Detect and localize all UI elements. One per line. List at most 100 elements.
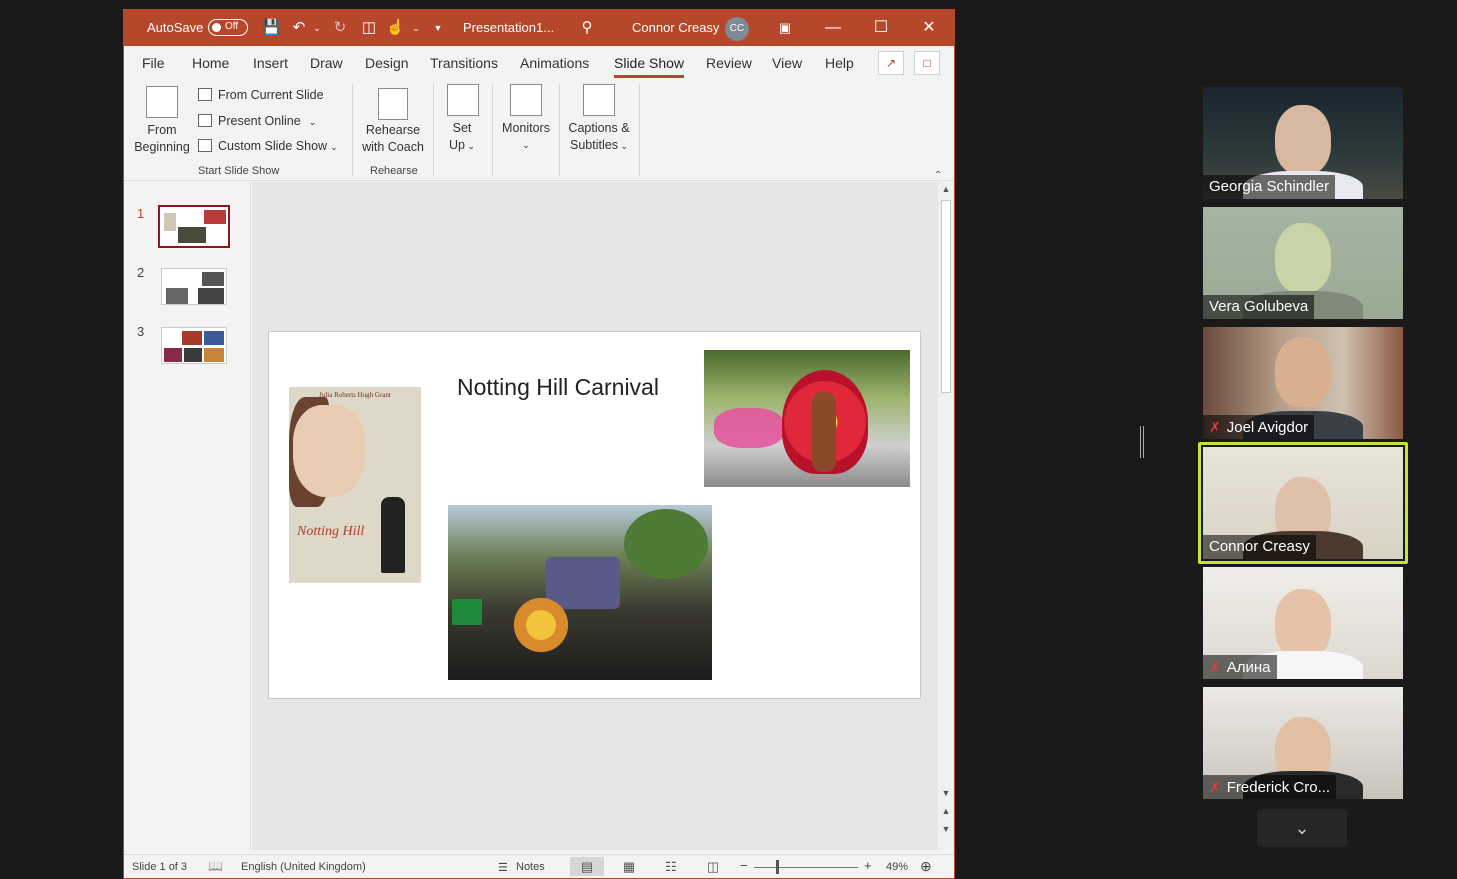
- save-icon[interactable]: 💾: [262, 19, 281, 37]
- participant-tile[interactable]: ✗ Frederick Cro...: [1203, 687, 1403, 799]
- customize-qat-icon[interactable]: ▼: [429, 19, 447, 37]
- document-title[interactable]: Presentation1...: [463, 20, 554, 35]
- notes-icon[interactable]: ☰: [498, 861, 508, 874]
- tab-animations[interactable]: Animations: [520, 55, 589, 71]
- tab-view[interactable]: View: [772, 55, 802, 71]
- rehearse-line1: Rehearse: [365, 123, 421, 137]
- participant-tile[interactable]: ✗ Joel Avigdor: [1203, 327, 1403, 439]
- set-up-button[interactable]: Set Up ⌄: [442, 120, 482, 155]
- normal-view-icon[interactable]: ▤: [570, 857, 604, 876]
- carnival-crowd-image[interactable]: [448, 505, 712, 680]
- from-beginning-line2: Beginning: [134, 140, 190, 154]
- notting-hill-poster-image[interactable]: Julia Roberts Hugh Grant Notting Hill: [289, 387, 421, 583]
- mic-muted-icon: ✗: [1209, 659, 1221, 675]
- tab-file[interactable]: File: [142, 55, 165, 71]
- zoom-slider-thumb[interactable]: [776, 860, 779, 874]
- zoom-in-button[interactable]: +: [864, 858, 872, 873]
- active-speaker-highlight: [1198, 442, 1408, 564]
- group-separator: [433, 84, 434, 176]
- language-status[interactable]: English (United Kingdom): [241, 861, 366, 873]
- reading-view-icon[interactable]: ☷: [654, 857, 688, 876]
- slideshow-view-icon[interactable]: ◫: [696, 857, 730, 876]
- thumbnail-slide-2[interactable]: [161, 268, 227, 305]
- thumbnail-slide-1[interactable]: [158, 205, 230, 248]
- thumbnail-number: 1: [137, 206, 145, 221]
- monitors-button[interactable]: Monitors ⌄: [496, 120, 556, 154]
- participant-name-row: ✗ Frederick Cro...: [1203, 775, 1337, 799]
- from-beginning-line1: From: [147, 123, 177, 137]
- accessibility-icon[interactable]: 📖: [208, 859, 223, 873]
- chevron-down-icon[interactable]: ⌄: [308, 19, 326, 37]
- present-online-button[interactable]: Present Online ⌄: [198, 114, 316, 128]
- notes-button[interactable]: Notes: [516, 861, 545, 873]
- from-beginning-button[interactable]: From Beginning: [132, 122, 192, 156]
- tab-home[interactable]: Home: [192, 55, 229, 71]
- close-button[interactable]: ✕: [915, 16, 943, 40]
- next-slide-icon[interactable]: ▼: [940, 824, 952, 834]
- fit-to-window-icon[interactable]: ⊕: [920, 858, 932, 875]
- scrollbar-thumb[interactable]: [941, 200, 951, 393]
- tab-help[interactable]: Help: [825, 55, 854, 71]
- custom-slide-show-button[interactable]: Custom Slide Show ⌄: [198, 139, 338, 153]
- tab-insert[interactable]: Insert: [253, 55, 288, 71]
- thumbnail-number: 2: [137, 265, 145, 280]
- present-icon[interactable]: ◫: [360, 19, 378, 37]
- carnival-dancer-image[interactable]: [704, 350, 910, 487]
- autosave-toggle[interactable]: Off: [208, 19, 248, 36]
- slide-sorter-icon[interactable]: ▦: [612, 857, 646, 876]
- previous-slide-icon[interactable]: ▲: [940, 806, 952, 816]
- touch-mode-icon[interactable]: ☝: [386, 19, 405, 37]
- current-slide[interactable]: Notting Hill Carnival Julia Roberts Hugh…: [268, 331, 921, 699]
- group-separator: [639, 84, 640, 176]
- captions-subtitles-button[interactable]: Captions & Subtitles ⌄: [564, 120, 634, 155]
- user-name[interactable]: Connor Creasy: [632, 20, 719, 35]
- participant-name: Georgia Schindler: [1203, 175, 1336, 199]
- zoom-level[interactable]: 49%: [886, 861, 908, 873]
- slide-title[interactable]: Notting Hill Carnival: [457, 374, 659, 401]
- tab-slide-show[interactable]: Slide Show: [614, 55, 684, 71]
- from-current-slide-button[interactable]: From Current Slide: [198, 88, 324, 102]
- slide-icon: [198, 88, 212, 101]
- zoom-out-button[interactable]: −: [740, 858, 748, 873]
- slide-editor: Notting Hill Carnival Julia Roberts Hugh…: [252, 182, 938, 850]
- participant-name: Frederick Cro...: [1226, 779, 1331, 796]
- tab-review[interactable]: Review: [706, 55, 752, 71]
- monitor-icon: [510, 84, 542, 116]
- collapse-participants-button[interactable]: ⌄: [1257, 809, 1347, 847]
- minimize-button[interactable]: —: [819, 16, 847, 40]
- thumbnail-slide-3[interactable]: [161, 327, 227, 364]
- participant-tile[interactable]: Vera Golubeva: [1203, 207, 1403, 319]
- participant-tile[interactable]: ✗ Алина: [1203, 567, 1403, 679]
- panel-resize-handle[interactable]: [1140, 426, 1144, 458]
- status-bar: Slide 1 of 3 📖 English (United Kingdom) …: [124, 854, 954, 878]
- comments-icon[interactable]: □: [914, 51, 940, 75]
- chevron-down-icon: ⌄: [330, 142, 338, 152]
- scroll-up-icon[interactable]: ▲: [940, 184, 952, 194]
- group-separator: [559, 84, 560, 176]
- share-icon[interactable]: ↗: [878, 51, 904, 75]
- vertical-scrollbar[interactable]: ▲ ▼ ▲ ▼: [938, 182, 954, 850]
- avatar[interactable]: CC: [725, 17, 749, 41]
- ribbon-display-icon[interactable]: ▣: [771, 16, 799, 40]
- rehearse-with-coach-button[interactable]: Rehearse with Coach: [358, 122, 428, 156]
- chevron-down-icon[interactable]: ⌄: [407, 19, 425, 37]
- chevron-down-icon: ⌄: [464, 141, 476, 151]
- autosave-state: Off: [225, 21, 239, 32]
- globe-slide-icon: [198, 114, 212, 127]
- group-separator: [492, 84, 493, 176]
- chevron-down-icon: ⌄: [1294, 818, 1310, 838]
- participant-tile[interactable]: Georgia Schindler: [1203, 87, 1403, 199]
- maximize-button[interactable]: ☐: [867, 16, 895, 40]
- scroll-down-icon[interactable]: ▼: [940, 788, 952, 798]
- collapse-ribbon-icon[interactable]: ⌃: [934, 170, 942, 181]
- search-icon[interactable]: ⚲: [578, 19, 596, 37]
- mic-muted-icon: ✗: [1209, 779, 1221, 795]
- participant-name: Vera Golubeva: [1203, 295, 1315, 319]
- tab-draw[interactable]: Draw: [310, 55, 343, 71]
- zoom-slider[interactable]: [754, 867, 858, 868]
- tab-transitions[interactable]: Transitions: [430, 55, 498, 71]
- redo-icon[interactable]: ↻: [331, 19, 349, 37]
- undo-icon[interactable]: ↶: [290, 19, 308, 37]
- group-separator: [352, 84, 353, 176]
- tab-design[interactable]: Design: [365, 55, 409, 71]
